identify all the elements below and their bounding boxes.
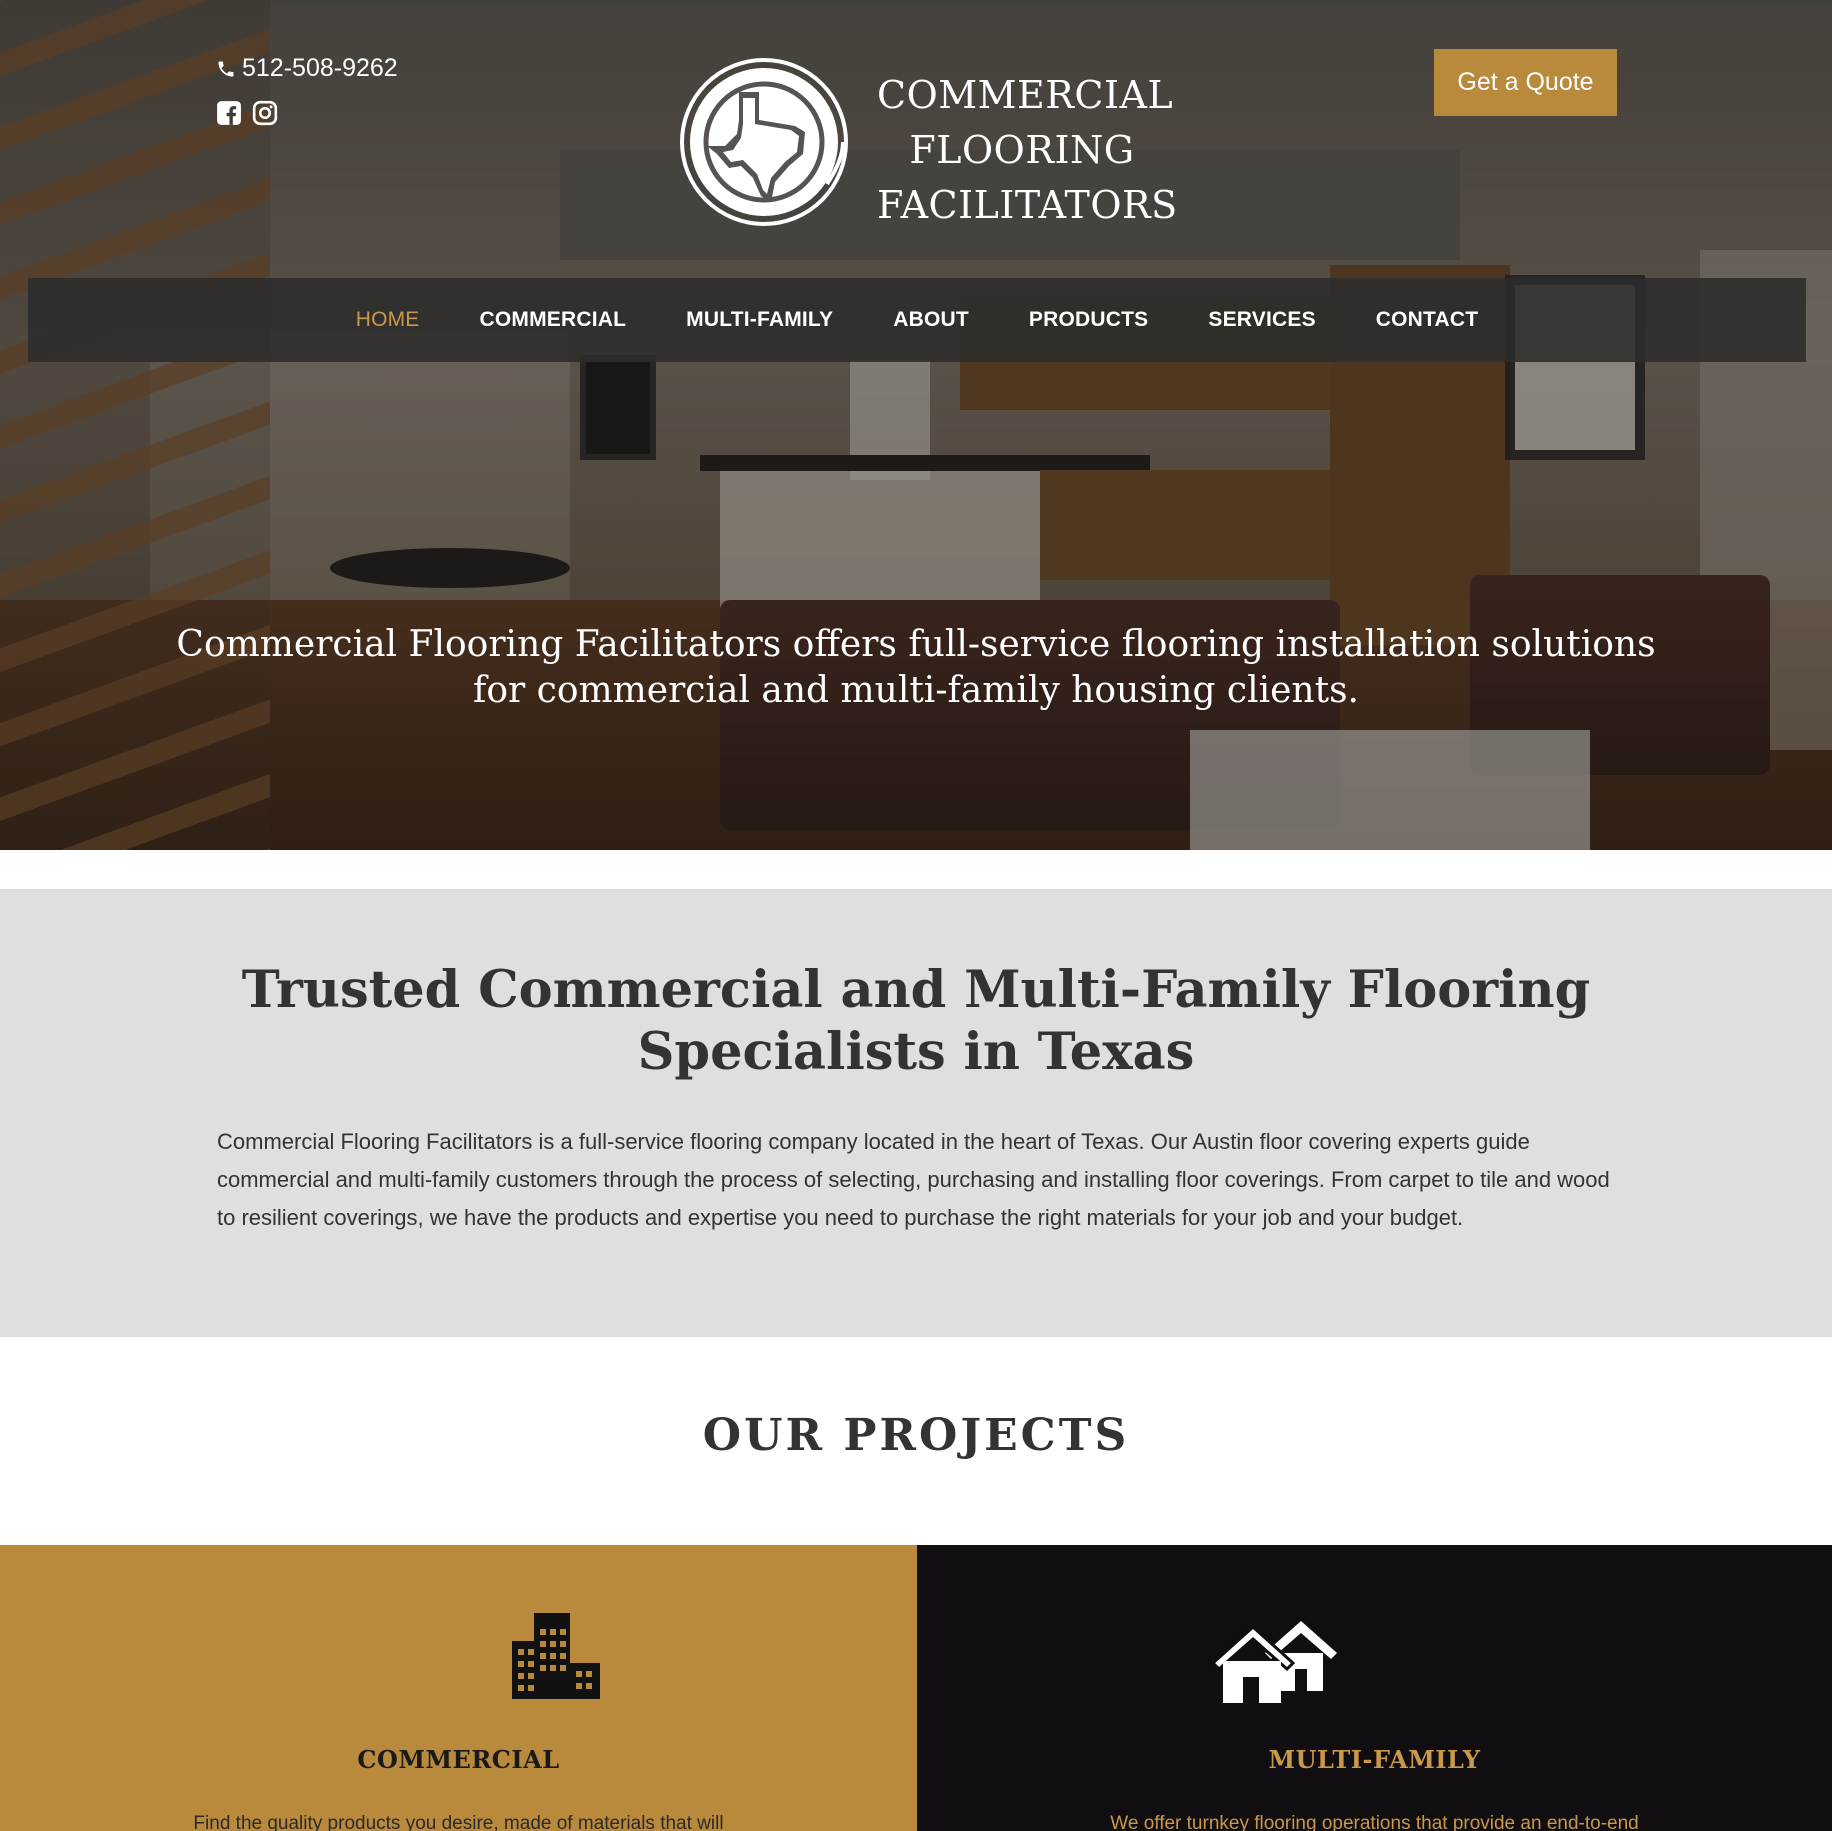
- project-card-multi-family[interactable]: MULTI-FAMILY We offer turnkey flooring o…: [917, 1545, 1832, 1831]
- instagram-icon[interactable]: [252, 100, 278, 126]
- nav-item-products[interactable]: PRODUCTS: [999, 308, 1178, 332]
- nav-item-about[interactable]: ABOUT: [863, 308, 999, 332]
- buildings-icon: [512, 1613, 600, 1699]
- site-logo[interactable]: COMMERCIAL FLOORING FACILITATORS: [677, 54, 1177, 230]
- intro-title: Trusted Commercial and Multi-Family Floo…: [241, 960, 1591, 1082]
- intro-body: Commercial Flooring Facilitators is a fu…: [217, 1129, 1610, 1230]
- card-text-commercial: Find the quality products you desire, ma…: [193, 1813, 724, 1831]
- social-links: [216, 100, 278, 126]
- houses-icon: [1210, 1621, 1337, 1703]
- project-card-commercial[interactable]: COMMERCIAL Find the quality products you…: [0, 1545, 917, 1831]
- card-title-multi-family: MULTI-FAMILY: [1268, 1745, 1481, 1774]
- nav-item-multi-family[interactable]: MULTI-FAMILY: [656, 308, 863, 332]
- projects-title: OUR PROJECTS: [702, 1410, 1130, 1461]
- logo-line-1: COMMERCIAL: [877, 73, 1174, 117]
- logo-wordmark: COMMERCIAL FLOORING FACILITATORS: [877, 68, 1178, 233]
- texas-logo-icon: [680, 58, 848, 226]
- phone-number[interactable]: 512-508-9262: [242, 54, 398, 83]
- card-text-multi-family: We offer turnkey flooring operations tha…: [1110, 1813, 1639, 1831]
- logo-line-3: FACILITATORS: [877, 183, 1178, 227]
- nav-item-commercial[interactable]: COMMERCIAL: [450, 308, 657, 332]
- intro-section: Trusted Commercial and Multi-Family Floo…: [0, 889, 1832, 1337]
- get-quote-button[interactable]: Get a Quote: [1434, 49, 1617, 116]
- phone-icon: [218, 61, 234, 76]
- nav-item-services[interactable]: SERVICES: [1178, 308, 1345, 332]
- nav-item-home[interactable]: HOME: [326, 308, 450, 332]
- hero-tagline: Commercial Flooring Facilitators offers …: [176, 624, 1656, 711]
- header-phone[interactable]: 512-508-9262: [216, 54, 398, 83]
- main-nav: HOME COMMERCIAL MULTI-FAMILY ABOUT PRODU…: [28, 278, 1806, 362]
- nav-item-contact[interactable]: CONTACT: [1346, 308, 1509, 332]
- hero-section: 512-508-9262 COMMERCIAL FLOORING FACILIT…: [0, 0, 1832, 850]
- card-title-commercial: COMMERCIAL: [357, 1745, 560, 1774]
- logo-line-2: FLOORING: [909, 128, 1135, 172]
- facebook-icon[interactable]: [216, 100, 242, 126]
